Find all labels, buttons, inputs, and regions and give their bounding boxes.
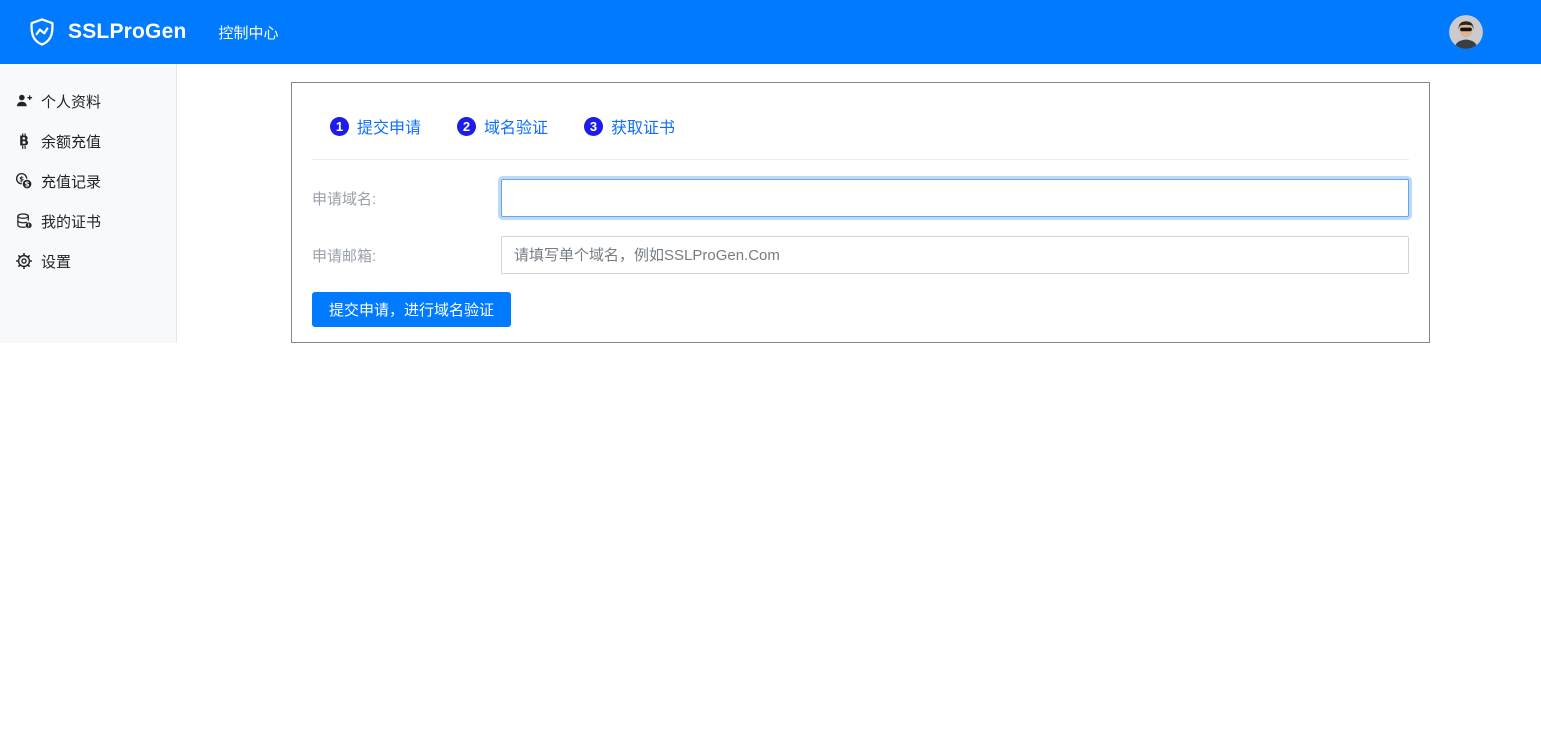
svg-text:!: ! bbox=[28, 223, 30, 229]
coins-icon: $ $ bbox=[14, 171, 34, 191]
brand-name: SSLProGen bbox=[68, 20, 187, 43]
step-2-label: 域名验证 bbox=[484, 120, 549, 137]
sidebar-item-label: 我的证书 bbox=[41, 213, 102, 231]
email-form-row: 申请邮箱: bbox=[312, 236, 1409, 274]
sidebar-item-certificates[interactable]: ! 我的证书 bbox=[0, 201, 176, 241]
user-plus-icon bbox=[14, 91, 34, 111]
shield-pulse-icon bbox=[26, 16, 58, 48]
email-label: 申请邮箱: bbox=[312, 247, 377, 265]
sidebar-item-label: 个人资料 bbox=[41, 93, 102, 111]
step-get-certificate[interactable]: 3 获取证书 bbox=[584, 114, 675, 138]
step-submit-application[interactable]: 1 提交申请 bbox=[330, 114, 421, 138]
brand-logo[interactable]: SSLProGen bbox=[26, 16, 187, 48]
top-navbar: SSLProGen 控制中心 bbox=[0, 0, 1541, 64]
sidebar-item-settings[interactable]: 设置 bbox=[0, 241, 176, 281]
submit-application-button[interactable]: 提交申请，进行域名验证 bbox=[312, 292, 512, 327]
bitcoin-icon: B bbox=[14, 131, 34, 151]
step-domain-verification[interactable]: 2 域名验证 bbox=[457, 114, 548, 138]
email-input[interactable] bbox=[501, 236, 1409, 274]
domain-form-row: 申请域名: bbox=[312, 179, 1409, 217]
sidebar: 个人资料 B 余额充值 $ $ 充值记录 ! 我的证书 设置 bbox=[0, 64, 177, 343]
sidebar-item-profile[interactable]: 个人资料 bbox=[0, 81, 176, 121]
step-1-label: 提交申请 bbox=[357, 120, 422, 137]
gear-icon bbox=[14, 251, 34, 271]
sidebar-item-label: 余额充值 bbox=[41, 133, 102, 151]
domain-input[interactable] bbox=[501, 179, 1409, 217]
step-3-label: 获取证书 bbox=[611, 120, 676, 137]
certificate-icon: ! bbox=[14, 211, 34, 231]
domain-label: 申请域名: bbox=[312, 190, 377, 208]
step-3-badge: 3 bbox=[584, 116, 604, 136]
step-2-badge: 2 bbox=[457, 116, 477, 136]
svg-text:B: B bbox=[19, 135, 29, 150]
sidebar-item-recharge[interactable]: B 余额充值 bbox=[0, 121, 176, 161]
sidebar-item-recharge-records[interactable]: $ $ 充值记录 bbox=[0, 161, 176, 201]
steps-divider bbox=[312, 159, 1409, 160]
sidebar-item-label: 充值记录 bbox=[41, 173, 102, 191]
nav-control-center[interactable]: 控制中心 bbox=[219, 22, 279, 43]
user-avatar[interactable] bbox=[1449, 15, 1483, 49]
wizard-steps: 1 提交申请 2 域名验证 3 获取证书 bbox=[292, 83, 1429, 138]
certificate-wizard-card: 1 提交申请 2 域名验证 3 获取证书 申请域名: 申请邮箱: 提交申请，进行… bbox=[291, 82, 1430, 343]
sidebar-item-label: 设置 bbox=[41, 253, 72, 271]
svg-text:$: $ bbox=[25, 180, 30, 189]
step-1-badge: 1 bbox=[330, 116, 349, 136]
